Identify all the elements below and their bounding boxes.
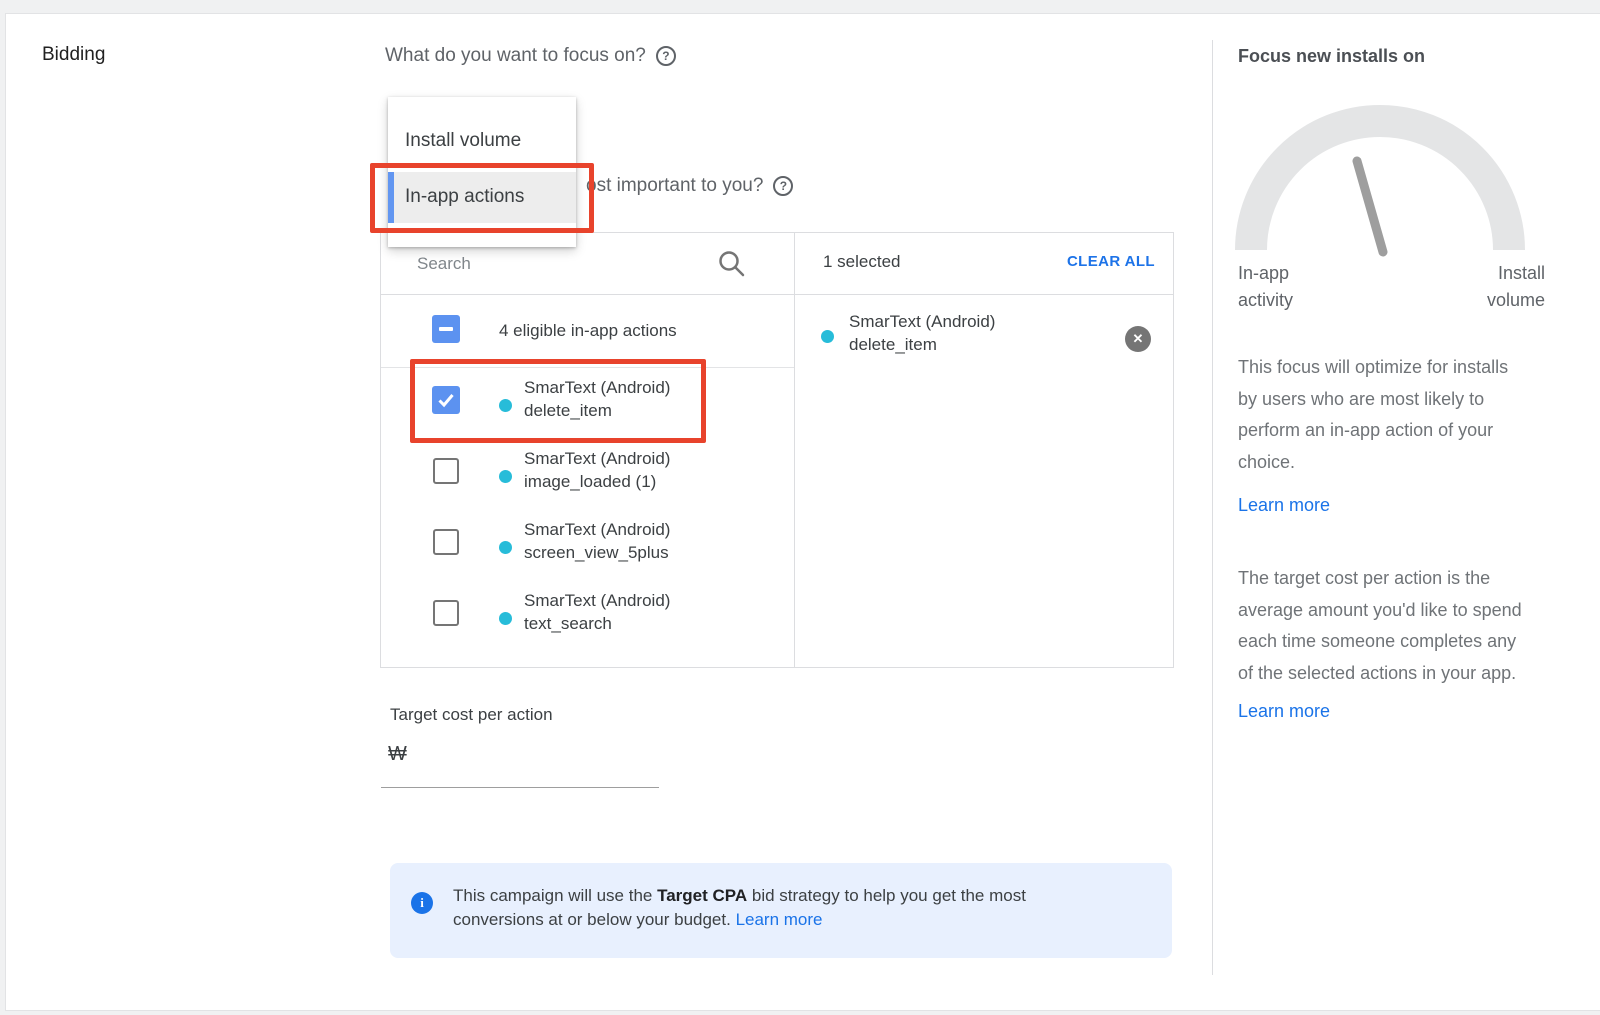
action-event-name: screen_view_5plus [524, 541, 670, 564]
target-cost-input[interactable] [410, 745, 650, 766]
check-icon [436, 390, 456, 410]
bidding-screen: Bidding What do you want to focus on? ? … [0, 0, 1600, 1015]
selected-event-name: delete_item [849, 333, 995, 356]
info-banner-text: This campaign will use the Target CPA bi… [453, 884, 1101, 932]
selected-count: 1 selected [823, 252, 901, 272]
panel-divider [794, 233, 795, 667]
selected-app-name: SmarText (Android) [849, 310, 995, 333]
indeterminate-icon [439, 327, 453, 331]
selected-option-bar [388, 172, 394, 223]
focus-question: What do you want to focus on? ? [385, 45, 676, 67]
action-app-name: SmarText (Android) [524, 447, 670, 470]
dropdown-option-in-app-actions[interactable]: In-app actions [388, 172, 576, 223]
list-item[interactable]: SmarText (Android) image_loaded (1) [524, 447, 670, 493]
list-item[interactable]: SmarText (Android) screen_view_5plus [524, 518, 670, 564]
selected-status-dot [821, 330, 834, 343]
action-event-name: image_loaded (1) [524, 470, 670, 493]
action-status-dot [499, 541, 512, 554]
dropdown-option-install-volume[interactable]: Install volume [405, 130, 521, 152]
input-underline [381, 787, 659, 788]
clear-all-button[interactable]: CLEAR ALL [1067, 253, 1155, 270]
list-item[interactable]: SmarText (Android) text_search [524, 589, 670, 635]
gauge-label-in-app-activity: In-app activity [1238, 260, 1293, 314]
help-icon[interactable]: ? [656, 46, 676, 66]
focus-gauge [1225, 95, 1555, 265]
focus-question-text: What do you want to focus on? [385, 45, 646, 67]
actions-question-text: ost important to you? [586, 175, 763, 197]
sidebar-divider [1212, 40, 1213, 975]
action-app-name: SmarText (Android) [524, 518, 670, 541]
sidebar-optimize-paragraph: This focus will optimize for installs by… [1238, 352, 1560, 478]
action-app-name: SmarText (Android) [524, 589, 670, 612]
action-checkbox-screen-view[interactable] [433, 529, 459, 555]
search-input[interactable] [417, 248, 687, 280]
select-all-checkbox[interactable] [432, 315, 460, 343]
actions-question-fragment: ost important to you? ? [586, 175, 793, 197]
focus-dropdown-menu: Install volume In-app actions [388, 97, 576, 247]
action-status-dot [499, 470, 512, 483]
target-cost-label: Target cost per action [390, 705, 553, 725]
sidebar-learn-more-link-2[interactable]: Learn more [1238, 701, 1330, 722]
banner-bold-text: Target CPA [657, 886, 747, 905]
currency-symbol: ₩ [388, 743, 407, 766]
action-checkbox-delete-item[interactable] [432, 386, 460, 414]
remove-selected-button[interactable]: ✕ [1125, 326, 1151, 352]
panel-header-divider [381, 294, 1173, 295]
list-item[interactable]: SmarText (Android) delete_item [524, 376, 670, 422]
info-icon: i [411, 892, 433, 914]
action-event-name: delete_item [524, 399, 670, 422]
sidebar-learn-more-link-1[interactable]: Learn more [1238, 495, 1330, 516]
banner-learn-more-link[interactable]: Learn more [736, 910, 823, 929]
sidebar-target-cpa-paragraph: The target cost per action is the averag… [1238, 563, 1560, 689]
dropdown-option-label: In-app actions [405, 186, 524, 208]
select-all-label: 4 eligible in-app actions [499, 321, 677, 341]
gauge-needle [1357, 161, 1383, 252]
section-label: Bidding [42, 44, 105, 66]
action-status-dot [499, 399, 512, 412]
gauge-label-install-volume: Install volume [1398, 260, 1545, 314]
search-icon [717, 249, 747, 279]
action-picker-panel: 4 eligible in-app actions SmarText (Andr… [380, 232, 1174, 668]
banner-text-before: This campaign will use the [453, 886, 657, 905]
action-checkbox-image-loaded[interactable] [433, 458, 459, 484]
close-icon: ✕ [1133, 331, 1144, 347]
selected-item: SmarText (Android) delete_item [849, 310, 995, 356]
help-icon[interactable]: ? [773, 176, 793, 196]
sidebar-title: Focus new installs on [1238, 46, 1425, 67]
row-divider [381, 367, 794, 368]
action-checkbox-text-search[interactable] [433, 600, 459, 626]
action-app-name: SmarText (Android) [524, 376, 670, 399]
action-event-name: text_search [524, 612, 670, 635]
action-status-dot [499, 612, 512, 625]
info-banner: i This campaign will use the Target CPA … [390, 863, 1172, 958]
